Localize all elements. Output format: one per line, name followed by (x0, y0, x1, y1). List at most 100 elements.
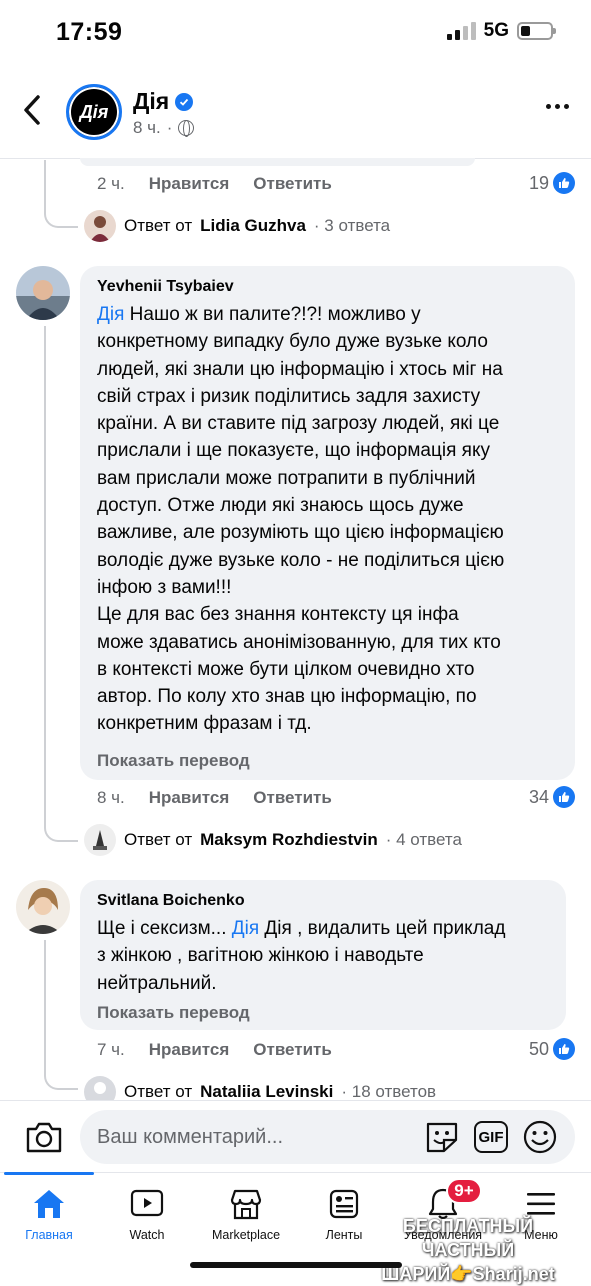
comment-line: нейтральний. (97, 972, 217, 994)
comment-actions: 2 ч. Нравится Ответить (97, 174, 332, 194)
network-label: 5G (483, 20, 509, 41)
signal-icon (446, 22, 476, 40)
thumbs-up-icon (553, 786, 575, 808)
reply-button[interactable]: Ответить (253, 174, 332, 194)
page-logo-text: Дія (79, 101, 109, 122)
feeds-icon (326, 1186, 362, 1222)
marketplace-icon (228, 1186, 264, 1222)
show-translation-link[interactable]: Показать перевод (97, 751, 250, 771)
battery-icon (517, 22, 556, 40)
reply-connector (44, 1066, 78, 1090)
gif-label: GIF (478, 1128, 504, 1146)
comment-line: Дія , видалить цей приклад (259, 918, 506, 939)
globe-icon (178, 120, 195, 137)
reply-connector (44, 812, 78, 842)
meta-separator: · (166, 118, 173, 137)
tab-home[interactable]: Главная (0, 1186, 99, 1242)
tab-label: Marketplace (211, 1228, 281, 1242)
tab-watch[interactable]: Watch (97, 1186, 197, 1242)
reply-count: · 18 ответов (341, 1082, 437, 1101)
watermark-line: БЕСПЛАТНЫЙ ЧАСТНЫЙ (402, 1216, 534, 1260)
comment-line: свій страх і ризик поділитись задля захи… (97, 385, 481, 407)
comment-line: людей, які знали цю інформацію і хтось м… (97, 358, 503, 380)
watch-icon (129, 1186, 165, 1222)
view-replies-link[interactable]: Ответ от Lidia Guzhva · 3 ответа (84, 210, 390, 242)
more-options-icon[interactable] (546, 104, 569, 109)
mention-link[interactable]: Дія (97, 304, 124, 325)
comment-time: 2 ч. (97, 174, 125, 193)
reply-count: · 4 ответа (385, 830, 462, 849)
sticker-icon[interactable] (424, 1120, 460, 1154)
reply-prefix: Ответ от (124, 830, 193, 849)
show-translation-link[interactable]: Показать перевод (97, 1003, 250, 1023)
page-title[interactable]: Дія (133, 88, 194, 115)
reply-prefix: Ответ от (124, 216, 193, 235)
comment-line: конкретному випадку було дуже вузьке кол… (97, 331, 488, 353)
comment-time: 8 ч. (97, 788, 125, 807)
thread-line (44, 160, 46, 200)
reply-button[interactable]: Ответить (253, 788, 332, 808)
reply-avatar (84, 210, 116, 242)
comment-text: Дія Нашо ж ви палите?!?! можливо у конкр… (97, 301, 567, 738)
like-button[interactable]: Нравится (149, 788, 230, 808)
emoji-icon[interactable] (522, 1119, 558, 1155)
post-meta: 8 ч. · (133, 118, 195, 138)
watermark: БЕСПЛАТНЫЙ ЧАСТНЫЙ ШАРИЙ👉Sharij.net (358, 1214, 578, 1286)
tab-marketplace[interactable]: Marketplace (196, 1186, 296, 1242)
tab-label: Ленты (325, 1228, 363, 1242)
tab-label: Главная (25, 1228, 73, 1242)
notifications-badge: 9+ (446, 1178, 482, 1204)
comment-line: автор. По колу хто знав цю інформацію, п… (97, 686, 477, 708)
thumbs-up-icon (553, 1038, 575, 1060)
reply-avatar (84, 824, 116, 856)
reply-count: · 3 ответа (313, 216, 391, 235)
comment-line: країни. А ви ставите під загрозу людей, … (97, 413, 500, 435)
reply-connector (44, 198, 78, 228)
verified-badge-icon (175, 92, 194, 111)
comment-actions: 7 ч. Нравится Ответить (97, 1040, 332, 1060)
comment-line: може здаватись анонімізованную, для тих … (97, 631, 501, 653)
home-icon (31, 1186, 67, 1222)
commenter-avatar[interactable] (16, 880, 70, 934)
comment-line: інфою з вами!!! (97, 576, 232, 598)
comment-line: доступ. Отже люди які знаюсь щось дуже (97, 495, 464, 517)
like-count-value: 19 (528, 172, 549, 193)
mention-link[interactable]: Дія (232, 918, 259, 939)
commenter-avatar[interactable] (16, 266, 70, 320)
camera-icon[interactable] (25, 1120, 63, 1154)
view-replies-link[interactable]: Ответ от Maksym Rozhdiestvin · 4 ответа (84, 824, 462, 856)
thread-line (44, 326, 46, 816)
status-time: 17:59 (56, 18, 123, 46)
reply-author: Maksym Rozhdiestvin (200, 830, 378, 849)
like-button[interactable]: Нравится (149, 174, 230, 194)
status-indicators: 5G (446, 20, 556, 42)
comment-actions: 8 ч. Нравится Ответить (97, 788, 332, 808)
post-time: 8 ч. (133, 118, 161, 137)
comment-line: Це для вас без знання контексту ця інфа (97, 604, 459, 626)
active-tab-indicator (4, 1172, 94, 1175)
page-name[interactable]: Дія (133, 88, 169, 115)
like-count[interactable]: 34 (529, 786, 575, 808)
comment-author[interactable]: Svitlana Boichenko (97, 892, 245, 910)
reply-prefix: Ответ от (124, 1082, 193, 1101)
like-count[interactable]: 19 (529, 172, 575, 194)
gif-icon[interactable]: GIF (474, 1121, 508, 1153)
page-avatar[interactable]: Дія (66, 84, 122, 140)
reply-author: Lidia Guzhva (200, 216, 306, 235)
comment-time: 7 ч. (97, 1040, 125, 1059)
like-count-value: 34 (528, 786, 549, 807)
like-count[interactable]: 50 (529, 1038, 575, 1060)
comment-author[interactable]: Yevhenii Tsybaiev (97, 278, 234, 296)
comment-line: з жінкою , вагітною жінкою і наводьте (97, 945, 424, 967)
comment-line: конкретним фразам і тд. (97, 713, 312, 735)
comment-line: в контексті може бути цілком очевидно хт… (97, 658, 475, 680)
like-button[interactable]: Нравится (149, 1040, 230, 1060)
comment-line: Нашо ж ви палите?!?! можливо у (124, 304, 421, 325)
back-arrow-icon[interactable] (18, 92, 48, 128)
thumbs-up-icon (553, 172, 575, 194)
like-count-value: 50 (528, 1038, 549, 1059)
comment-line: прислали і ще показуєте, що інформація я… (97, 440, 490, 462)
comment-text: Ще і сексизм... Дія Дія , видалить цей п… (97, 915, 562, 997)
tab-label: Watch (129, 1228, 165, 1242)
reply-button[interactable]: Ответить (253, 1040, 332, 1060)
